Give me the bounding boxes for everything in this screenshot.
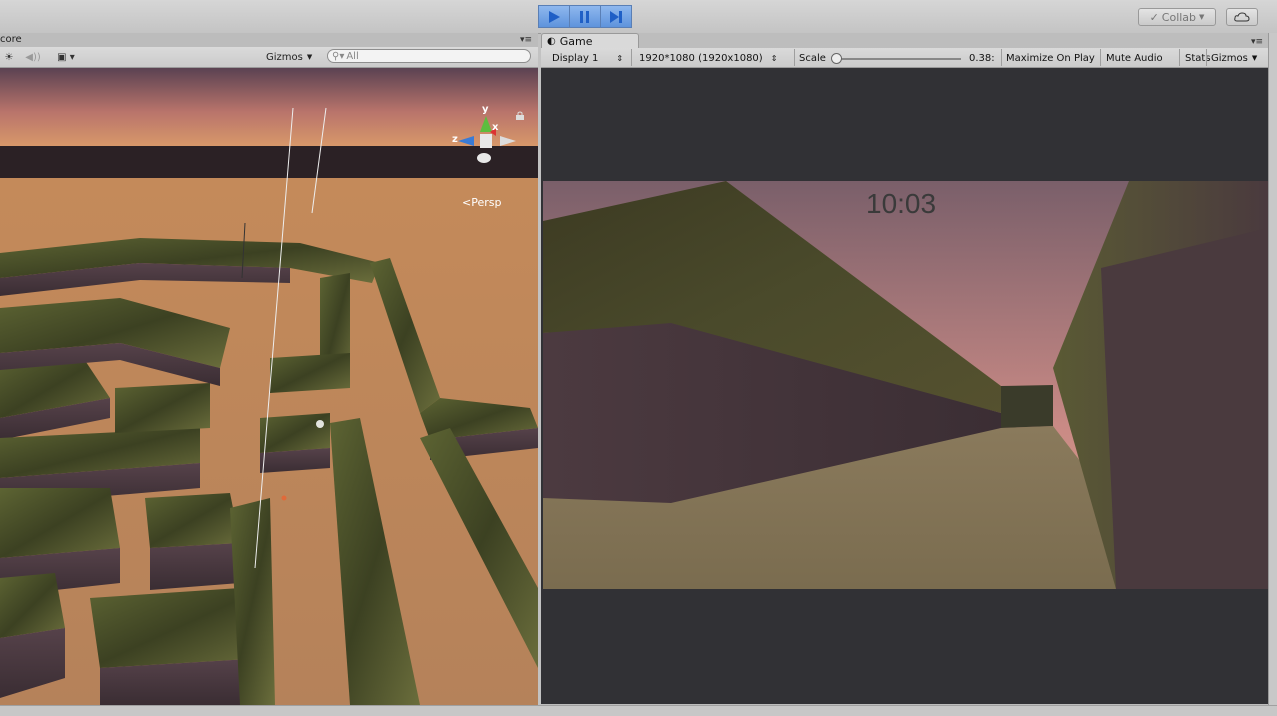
collab-label: Collab [1161,10,1197,24]
game-toolbar: Display 1 ⇕ 1920*1080 (1920x1080) ⇕ Scale … [541,48,1268,68]
scene-tab-label[interactable]: core [0,34,22,45]
game-gizmos-label: Gizmos [1211,52,1248,64]
game-gizmos-dropdown[interactable]: Gizmos ▼ [1211,51,1257,65]
persp-label: Persp [471,196,502,209]
step-button[interactable] [601,5,632,28]
scene-gizmos-dropdown[interactable]: Gizmos ▼ [266,50,312,64]
scene-viewport[interactable]: y x z <Persp [0,68,538,705]
playmode-controls [538,5,632,28]
search-icon: ⚲▾ [332,50,345,62]
timer-display: 10:03 [866,188,937,219]
dropdown-arrow-icon: ▼ [306,53,313,61]
game-panel: ◐ Game ▾≡ Display 1 ⇕ 1920*1080 (1920x108… [541,33,1268,705]
collab-check-icon: ✓ [1149,10,1159,24]
step-icon [610,10,622,23]
main-toolbar: ✓ Collab ▼ [0,0,1277,34]
panel-menu-icon[interactable]: ▾≡ [520,35,532,45]
game-viewport[interactable]: 10:03 [541,68,1268,704]
scale-slider-track[interactable] [833,58,961,60]
scale-label: Scale [799,52,826,64]
gizmo-z-label: z [452,134,458,145]
display-dropdown[interactable]: Display 1 ⇕ [552,51,623,65]
dropdown-arrow-icon: ⇕ [770,53,778,63]
divider [794,49,795,66]
pause-icon [580,10,589,23]
audio-icon[interactable]: ◀)) [22,50,44,64]
scene-toolbar: ☀ ◀)) ▣ ▾ Gizmos ▼ ⚲▾ All [0,47,538,68]
orientation-gizmo[interactable]: y x z [450,104,520,178]
scene-gizmos-label: Gizmos [266,51,303,63]
display-label: Display 1 [552,52,599,64]
cloud-button[interactable] [1226,8,1258,26]
divider [1001,49,1002,66]
axis-gizmo-icon [458,116,516,163]
dropdown-arrow-icon: ▼ [1251,54,1258,62]
divider [631,49,632,66]
scale-slider-handle[interactable] [831,53,842,64]
persp-arrow-icon: < [462,196,472,209]
gizmo-x-label: x [492,122,499,133]
effects-icon[interactable]: ▣ ▾ [52,50,80,64]
pause-button[interactable] [570,5,601,28]
search-placeholder: All [346,50,359,62]
resolution-label: 1920*1080 (1920x1080) [639,52,763,64]
dropdown-arrow-icon: ⇕ [616,53,624,63]
panel-menu-icon[interactable]: ▾≡ [1251,37,1263,47]
status-bar [0,705,1277,716]
tab-game[interactable]: ◐ Game [541,33,639,48]
gizmo-y-label: y [482,104,489,115]
game-render [543,181,1268,589]
persp-toggle[interactable]: <Persp [462,196,501,209]
cloud-icon [1234,12,1250,22]
resolution-dropdown[interactable]: 1920*1080 (1920x1080) ⇕ [639,51,777,65]
divider [1100,49,1101,66]
game-tab-icon: ◐ [547,35,556,47]
maximize-on-play-toggle[interactable]: Maximize On Play [1006,51,1095,65]
play-button[interactable] [538,5,570,28]
scale-value: 0.38: [969,52,995,64]
scene-search-input[interactable]: ⚲▾ All [327,49,531,63]
mute-audio-toggle[interactable]: Mute Audio [1106,51,1163,65]
lock-icon[interactable] [516,111,524,120]
collab-dropdown[interactable]: ✓ Collab ▼ [1138,8,1216,26]
dropdown-arrow-icon: ▼ [1199,13,1205,21]
lighting-icon[interactable]: ☀ [2,50,16,64]
game-tab-label: Game [559,34,593,48]
play-icon [549,10,560,23]
divider [1179,49,1180,66]
scene-panel: core ▾≡ ☀ ◀)) ▣ ▾ Gizmos ▼ ⚲▾ All y x z … [0,33,538,705]
right-panel-edge [1268,33,1277,705]
divider [1206,49,1207,66]
scene-tab-row: core ▾≡ [0,33,538,47]
